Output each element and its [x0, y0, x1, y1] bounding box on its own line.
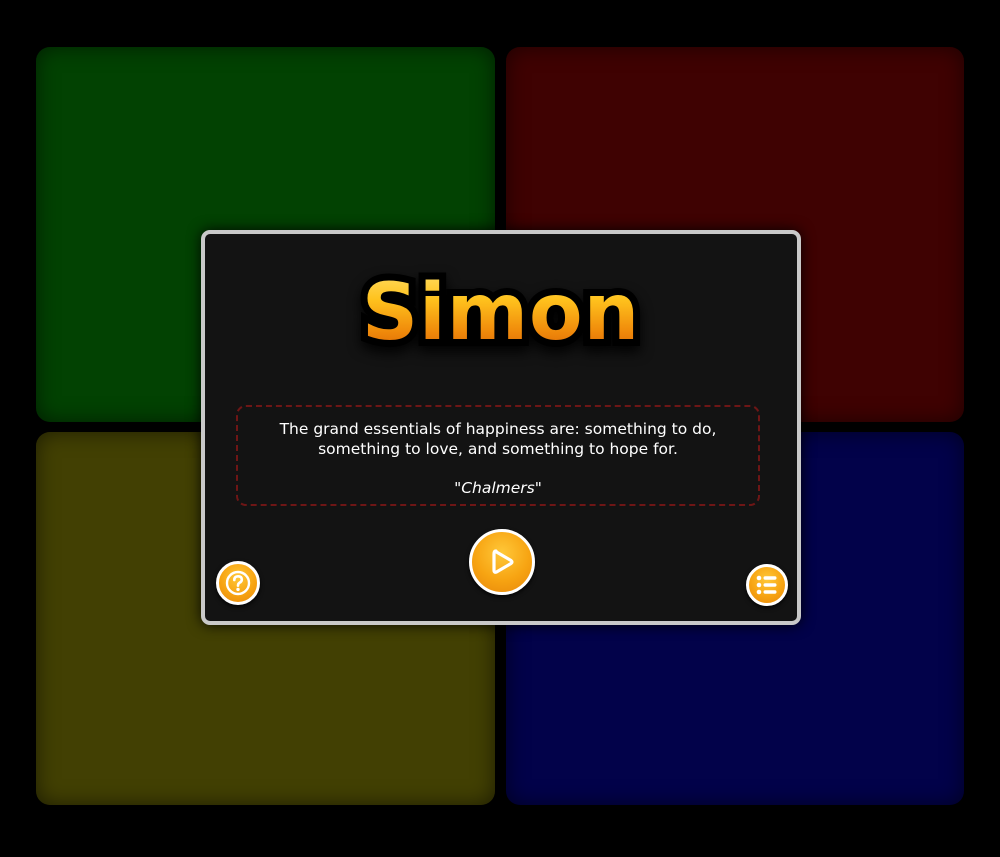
help-button[interactable] — [216, 561, 260, 605]
list-icon — [756, 575, 777, 595]
quote-box: The grand essentials of happiness are: s… — [236, 405, 760, 506]
game-title-text: Simon — [361, 268, 641, 358]
play-icon — [492, 549, 514, 574]
question-icon — [225, 570, 251, 596]
menu-button[interactable] — [746, 564, 788, 606]
start-dialog: Simon Simon The grand essentials of happ… — [201, 230, 801, 625]
game-title: Simon Simon — [205, 267, 797, 359]
play-button[interactable] — [469, 529, 535, 595]
quote-text: The grand essentials of happiness are: s… — [279, 420, 717, 458]
quote-author: "Chalmers" — [454, 479, 542, 497]
